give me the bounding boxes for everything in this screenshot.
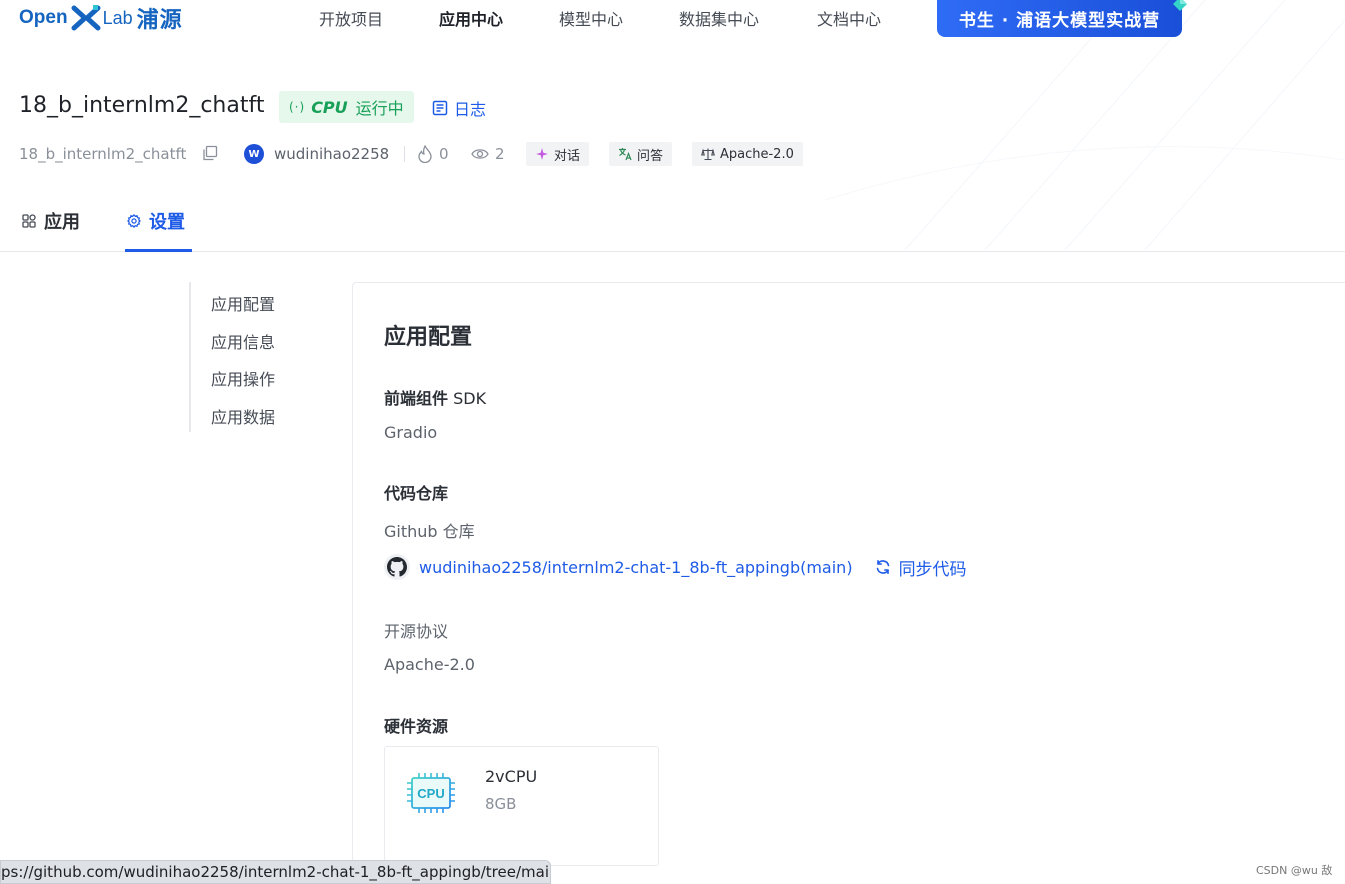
menu-item-app-data[interactable]: 应用数据 bbox=[211, 404, 275, 428]
tab-app[interactable]: 应用 bbox=[22, 208, 80, 234]
repo-name: 18_b_internlm2_chatft bbox=[19, 145, 187, 163]
repo-label: 代码仓库 bbox=[384, 484, 449, 503]
promo-banner-button[interactable]: 书生 · 浦语大模型实战营 bbox=[937, 0, 1187, 37]
tab-settings[interactable]: 设置 bbox=[127, 208, 185, 234]
meta-divider bbox=[404, 146, 405, 162]
repo-link[interactable]: wudinihao2258/internlm2-chat-1_8b-ft_app… bbox=[419, 558, 853, 577]
like-count: 0 bbox=[439, 145, 449, 163]
sdk-value: Gradio bbox=[384, 423, 438, 442]
chip-label: CPU bbox=[417, 786, 444, 801]
copy-icon[interactable] bbox=[202, 145, 218, 161]
translate-icon bbox=[619, 148, 632, 161]
nav-item-open-projects[interactable]: 开放项目 bbox=[319, 6, 383, 30]
app-config-panel: 应用配置 前端组件 SDK Gradio 代码仓库 Github 仓库 wudi… bbox=[352, 282, 1345, 884]
running-signal-icon: (·) bbox=[289, 100, 306, 114]
top-navigation: Open Lab 浦源 开放项目 应用中心 模型中心 数据集中心 文档中心 书生… bbox=[0, 0, 1345, 37]
nav-item-model-center[interactable]: 模型中心 bbox=[559, 6, 623, 30]
hardware-cores: 2vCPU bbox=[485, 767, 538, 786]
status-bar-url: ps://github.com/wudinihao2258/internlm2-… bbox=[0, 860, 551, 884]
cpu-chip-icon: CPU bbox=[407, 773, 455, 813]
log-label: 日志 bbox=[454, 100, 487, 119]
status-text: 运行中 bbox=[355, 99, 404, 118]
tag-label: 问答 bbox=[637, 148, 664, 164]
promo-label: 书生 · 浦语大模型实战营 bbox=[958, 11, 1161, 31]
hardware-card[interactable]: CPU 2vCPU 8GB bbox=[384, 746, 659, 866]
menu-item-app-config[interactable]: 应用配置 bbox=[211, 291, 275, 315]
nav-item-docs-center[interactable]: 文档中心 bbox=[817, 6, 881, 30]
view-count: 2 bbox=[495, 145, 505, 163]
github-mark bbox=[387, 557, 407, 577]
tag-label: 对话 bbox=[554, 148, 581, 164]
eye-icon bbox=[471, 149, 489, 159]
sync-code-button[interactable]: 同步代码 bbox=[875, 555, 967, 580]
hardware-label: 硬件资源 bbox=[384, 717, 449, 736]
tab-label: 设置 bbox=[149, 212, 185, 233]
log-button[interactable]: 日志 bbox=[432, 96, 486, 120]
avatar[interactable]: W bbox=[244, 144, 264, 164]
app-title: 18_b_internlm2_chatft bbox=[19, 93, 265, 118]
github-icon bbox=[384, 554, 410, 580]
tag-label: Apache-2.0 bbox=[720, 146, 794, 162]
tag-qa[interactable]: 问答 bbox=[609, 142, 673, 166]
sdk-label: 前端组件 SDK bbox=[384, 385, 486, 409]
sdk-label-bold: 前端组件 bbox=[384, 389, 449, 408]
license-value: Apache-2.0 bbox=[384, 655, 475, 674]
tag-license[interactable]: Apache-2.0 bbox=[692, 142, 803, 166]
status-badge: (·) CPU 运行中 bbox=[279, 91, 414, 123]
apps-grid-icon bbox=[22, 214, 36, 228]
sdk-label-plain: SDK bbox=[448, 389, 487, 408]
menu-item-app-operations[interactable]: 应用操作 bbox=[211, 366, 275, 390]
fire-icon[interactable] bbox=[417, 145, 433, 163]
nav-item-dataset-center[interactable]: 数据集中心 bbox=[679, 6, 759, 30]
settings-menu-rail bbox=[189, 282, 191, 432]
section-title: 应用配置 bbox=[384, 325, 473, 350]
owner-name[interactable]: wudinihao2258 bbox=[274, 145, 389, 163]
gem-icon bbox=[1173, 0, 1187, 11]
tab-label: 应用 bbox=[44, 212, 80, 233]
repo-row: wudinihao2258/internlm2-chat-1_8b-ft_app… bbox=[384, 554, 967, 580]
scale-icon bbox=[701, 148, 715, 161]
log-icon bbox=[432, 100, 448, 116]
gear-icon bbox=[127, 214, 141, 228]
active-tab-indicator bbox=[125, 249, 192, 252]
license-label: 开源协议 bbox=[384, 622, 449, 641]
sparkle-icon bbox=[536, 148, 548, 160]
tag-chat[interactable]: 对话 bbox=[526, 142, 590, 166]
sync-label: 同步代码 bbox=[898, 559, 967, 580]
hardware-memory: 8GB bbox=[485, 795, 517, 813]
menu-item-app-info[interactable]: 应用信息 bbox=[211, 329, 275, 353]
refresh-icon bbox=[876, 560, 889, 574]
nav-item-app-center[interactable]: 应用中心 bbox=[439, 6, 503, 30]
repo-type: Github 仓库 bbox=[384, 522, 475, 541]
status-hardware: CPU bbox=[311, 97, 348, 117]
page-tabs: 应用 设置 bbox=[0, 196, 1345, 252]
watermark: CSDN @wu 敌 bbox=[1256, 864, 1333, 877]
